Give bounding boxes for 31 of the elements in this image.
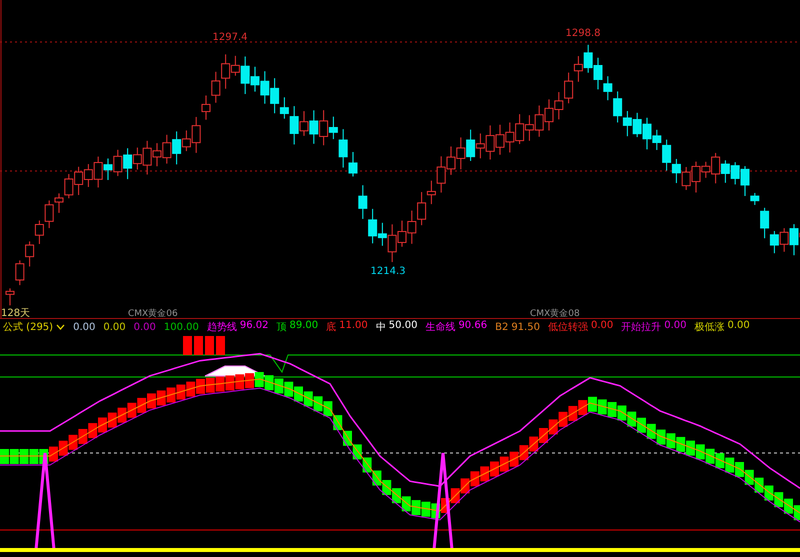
indicator-name: 生命线 (425, 320, 456, 334)
indicator-name: B2 (495, 322, 508, 332)
indicator-value: 50.00 (388, 320, 418, 333)
indicator-value: 0.00 (727, 320, 750, 333)
contract-label: CMX黄金06 (128, 309, 178, 318)
indicator-name: 底 (326, 320, 336, 334)
indicator-value: 100.00 (164, 322, 199, 332)
indicator-value: 0.00 (73, 322, 96, 332)
indicator-value: 0.00 (590, 320, 614, 333)
indicator-value: 96.02 (240, 320, 269, 333)
indicator-name: 顶 (276, 321, 287, 334)
indicator-name: 中 (376, 320, 386, 334)
indicator-name: 低位转强 (548, 321, 588, 334)
indicator-name: 开始拉升 (621, 320, 662, 334)
period-label: 128天 (1, 308, 30, 318)
indicator-value: 89.00 (290, 320, 318, 333)
chevron-down-icon (56, 324, 66, 330)
formula-dropdown[interactable]: 公式 (295) (3, 320, 66, 334)
indicator-value: 91.50 (511, 322, 540, 332)
price-high-label: 1297.4 (212, 32, 248, 43)
price-low-label: 1214.3 (370, 266, 406, 277)
indicator-value: 0.00 (134, 322, 156, 332)
indicator-value: 11.00 (339, 320, 368, 333)
indicator-value: 90.66 (458, 320, 488, 333)
indicator-value: 0.00 (664, 320, 686, 333)
indicator-name: 趋势线 (206, 320, 237, 334)
price-high-label: 1298.8 (566, 28, 600, 39)
top-signal-bars-drawing (183, 336, 225, 355)
indicator-name: 极低涨 (694, 320, 724, 334)
indicator-value: 0.00 (103, 322, 126, 332)
contract-label: CMX黄金08 (530, 309, 580, 318)
